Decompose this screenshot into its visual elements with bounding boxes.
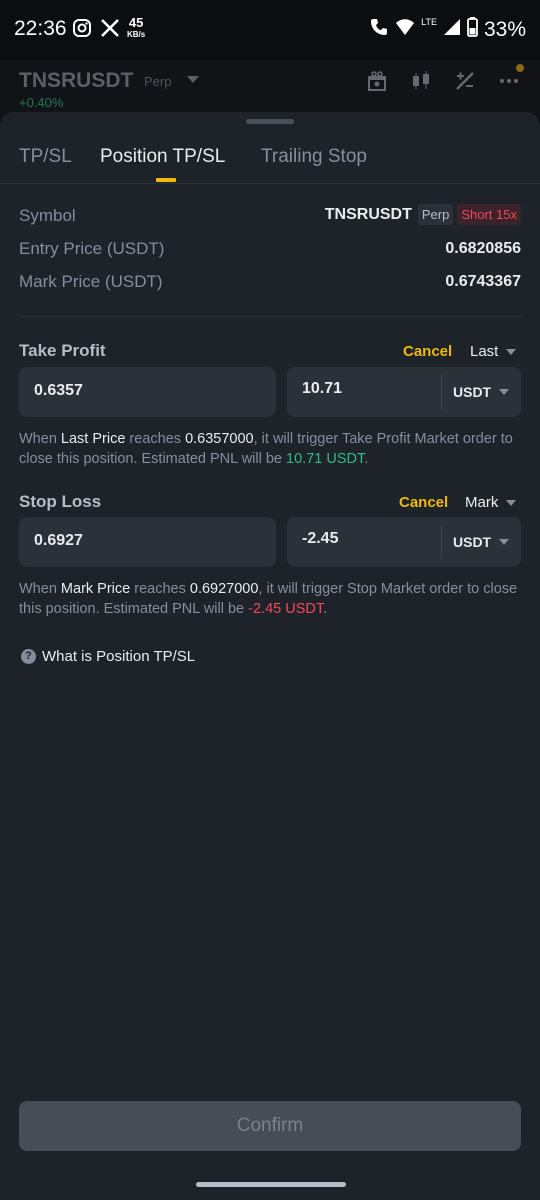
position-tpsl-sheet: TP/SL Position TP/SL Trailing Stop Symbo… <box>0 112 540 1200</box>
position-side-badge: Short 15x <box>457 204 521 225</box>
gift-icon <box>366 70 388 92</box>
take-profit-pnl-input[interactable]: 10.71 USDT <box>287 367 521 417</box>
mark-price-label: Mark Price (USDT) <box>19 272 163 291</box>
symbol-value-row: TNSRUSDT Perp Short 15x <box>325 204 521 225</box>
mark-price-value: 0.6743367 <box>445 273 521 290</box>
help-link[interactable]: ? What is Position TP/SL <box>21 648 195 665</box>
chevron-down-icon <box>499 539 510 545</box>
stop-loss-note: When Mark Price reaches 0.6927000, it wi… <box>19 579 524 619</box>
stop-loss-cancel-button[interactable]: Cancel <box>399 494 448 511</box>
instagram-icon <box>72 18 92 43</box>
take-profit-trigger-value: Last <box>470 343 499 360</box>
take-profit-unit-select[interactable]: USDT <box>453 384 510 400</box>
stop-loss-trigger-select[interactable]: Mark <box>465 494 517 511</box>
stop-loss-pnl-value: -2.45 <box>302 530 339 547</box>
status-time: 22:36 <box>14 17 67 40</box>
stop-loss-price-value: 0.6927 <box>34 532 83 549</box>
chevron-down-icon <box>506 348 517 355</box>
note-text: reaches <box>125 431 186 447</box>
take-profit-price-value: 0.6357 <box>34 382 83 399</box>
unit-separator <box>441 375 442 409</box>
note-text: . <box>364 451 369 467</box>
status-right: LTE 33% <box>369 17 526 43</box>
wifi-icon <box>395 18 415 42</box>
network-speed-unit: KB/s <box>127 30 146 39</box>
entry-price-label: Entry Price (USDT) <box>19 239 165 258</box>
tab-bar: TP/SL Position TP/SL Trailing Stop <box>0 142 540 184</box>
tab-tpsl[interactable]: TP/SL <box>19 146 72 168</box>
take-profit-title: Take Profit <box>19 341 106 360</box>
contract-type-badge: Perp <box>417 204 454 225</box>
confirm-button[interactable]: Confirm <box>19 1101 521 1151</box>
more-icon <box>498 70 520 92</box>
bg-price-change: +0.40% <box>19 95 64 110</box>
battery-level: 33% <box>483 18 526 41</box>
battery-icon <box>467 17 478 43</box>
chevron-down-icon <box>499 389 510 395</box>
drag-handle[interactable] <box>246 119 294 124</box>
stop-loss-unit-value: USDT <box>453 534 492 550</box>
network-speed: 45 KB/s <box>127 15 146 41</box>
take-profit-price-input[interactable]: 0.6357 <box>19 367 276 417</box>
entry-price-value: 0.6820856 <box>445 240 521 257</box>
note-text: . <box>323 601 328 617</box>
status-bar: 22:36 45 KB/s LTE 33% <box>0 0 540 60</box>
info-divider <box>19 316 521 317</box>
bg-contract-type: Perp <box>144 74 172 89</box>
note-text: When <box>19 581 61 597</box>
stop-loss-title: Stop Loss <box>19 492 102 511</box>
active-tab-indicator <box>156 178 176 182</box>
x-logo-icon <box>100 18 120 43</box>
tab-position-tpsl[interactable]: Position TP/SL <box>100 146 225 168</box>
tabs-divider <box>0 183 540 184</box>
question-icon: ? <box>21 649 36 664</box>
stop-loss-unit-select[interactable]: USDT <box>453 534 510 550</box>
signal-icon <box>443 18 461 42</box>
bg-symbol: TNSRUSDT <box>19 69 134 92</box>
call-icon <box>369 17 389 43</box>
note-price-type: Mark Price <box>60 581 131 597</box>
note-text: reaches <box>130 581 190 597</box>
home-indicator[interactable] <box>196 1182 346 1187</box>
symbol-value: TNSRUSDT <box>324 205 412 223</box>
take-profit-unit-value: USDT <box>453 384 492 400</box>
background-header: TNSRUSDT Perp +0.40% <box>0 60 540 120</box>
notification-dot <box>516 64 524 72</box>
note-estimated-pnl: 10.71 USDT <box>286 451 365 467</box>
chevron-down-icon <box>187 76 199 83</box>
take-profit-trigger-select[interactable]: Last <box>470 343 517 360</box>
note-estimated-pnl: -2.45 USDT <box>248 601 324 617</box>
stop-loss-price-input[interactable]: 0.6927 <box>19 517 276 567</box>
symbol-label: Symbol <box>19 206 76 225</box>
stop-loss-trigger-value: Mark <box>465 494 499 511</box>
network-type: LTE <box>421 17 437 27</box>
help-link-label: What is Position TP/SL <box>42 648 196 665</box>
take-profit-note: When Last Price reaches 0.6357000, it wi… <box>19 429 524 469</box>
note-trigger-price: 0.6927000 <box>189 581 259 597</box>
unit-separator <box>441 525 442 559</box>
take-profit-cancel-button[interactable]: Cancel <box>403 343 452 360</box>
bg-header-icons <box>366 70 520 92</box>
candlestick-chart-icon <box>410 70 432 92</box>
network-speed-value: 45 <box>128 15 144 30</box>
note-text: When <box>19 431 61 447</box>
note-price-type: Last Price <box>60 431 126 447</box>
calculator-icon <box>454 70 476 92</box>
take-profit-pnl-value: 10.71 <box>302 380 343 397</box>
chevron-down-icon <box>506 499 517 506</box>
note-trigger-price: 0.6357000 <box>185 431 254 447</box>
tab-trailing-stop[interactable]: Trailing Stop <box>261 146 367 168</box>
stop-loss-pnl-input[interactable]: -2.45 USDT <box>287 517 521 567</box>
